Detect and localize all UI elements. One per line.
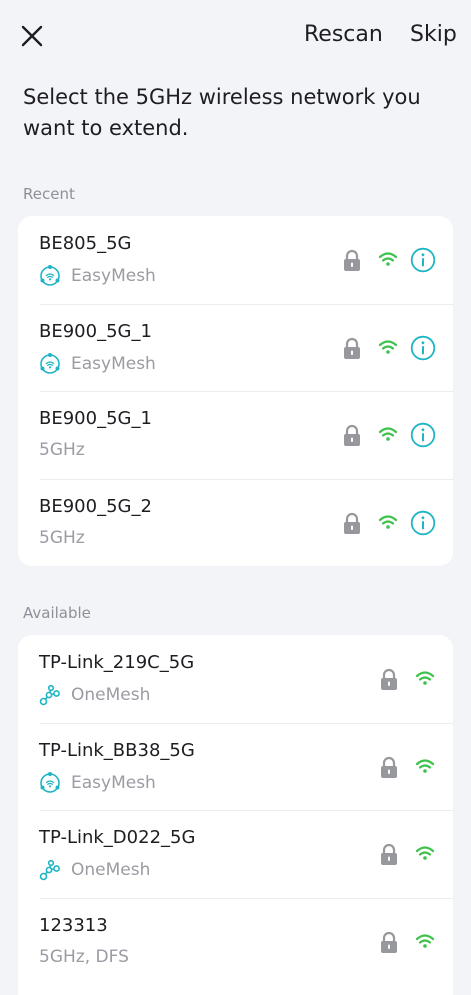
network-type: OneMesh: [39, 859, 150, 881]
network-type: EasyMesh: [39, 352, 156, 375]
network-name: TP-Link_219C_5G: [39, 652, 195, 673]
network-type: OneMesh: [39, 684, 150, 706]
network-name: 123313: [39, 914, 108, 936]
section-label-available: Available: [23, 604, 91, 622]
onemesh-icon: [39, 859, 60, 881]
onemesh-icon: [39, 684, 60, 706]
network-type-label: 5GHz: [39, 440, 85, 460]
network-type-label: EasyMesh: [71, 353, 156, 374]
info-icon[interactable]: [410, 510, 436, 536]
network-name: BE900_5G_2: [39, 495, 152, 517]
network-type-label: EasyMesh: [71, 772, 156, 793]
network-row[interactable]: TP-Link_D022_5G OneMesh: [18, 810, 453, 898]
wifi-signal-icon: [378, 427, 398, 441]
recent-networks-list: BE805_5G EasyMesh BE900_5G_1 EasyMesh BE…: [18, 216, 453, 566]
info-icon[interactable]: [410, 335, 436, 361]
wifi-signal-icon: [415, 758, 435, 773]
network-row[interactable]: BE900_5G_1 5GHz: [18, 391, 453, 479]
lock-icon: [381, 931, 397, 953]
info-icon[interactable]: [410, 247, 436, 273]
network-row[interactable]: 123313 5GHz, DFS: [18, 897, 453, 986]
network-type-label: 5GHz: [39, 527, 85, 548]
lock-icon: [381, 668, 397, 690]
network-name: BE900_5G_1: [39, 320, 152, 342]
network-row[interactable]: TP-Link_219C_5G OneMesh: [18, 635, 453, 723]
section-label-recent: Recent: [23, 185, 75, 203]
network-name: BE900_5G_1: [39, 408, 152, 429]
wifi-signal-icon: [378, 252, 398, 266]
easymesh-icon: [40, 265, 60, 286]
network-type: 5GHz: [39, 528, 85, 548]
wifi-signal-icon: [378, 514, 398, 529]
network-type-label: 5GHz, DFS: [39, 946, 129, 967]
top-bar: Rescan Skip: [0, 0, 471, 74]
wifi-signal-icon: [415, 933, 435, 948]
network-type: EasyMesh: [39, 771, 156, 794]
network-name: TP-Link_D022_5G: [39, 827, 196, 848]
wifi-signal-icon: [415, 671, 435, 685]
rescan-button[interactable]: Rescan: [304, 22, 383, 47]
lock-icon: [344, 337, 360, 359]
network-type: 5GHz, DFS: [39, 947, 129, 967]
info-icon[interactable]: [410, 422, 436, 448]
lock-icon: [381, 756, 397, 778]
lock-icon: [344, 249, 360, 271]
lock-icon: [381, 843, 397, 865]
page-title: Select the 5GHz wireless network you wan…: [23, 85, 421, 140]
network-row[interactable]: BE900_5G_2 5GHz: [18, 478, 453, 567]
easymesh-icon: [40, 352, 60, 374]
wifi-signal-icon: [415, 846, 435, 860]
network-row[interactable]: BE805_5G EasyMesh: [18, 216, 453, 304]
network-type-label: OneMesh: [71, 860, 151, 880]
lock-icon: [344, 424, 360, 446]
wifi-signal-icon: [378, 339, 398, 354]
network-row[interactable]: BE900_5G_1 EasyMesh: [18, 303, 453, 392]
easymesh-icon: [40, 771, 60, 793]
network-name: TP-Link_BB38_5G: [39, 739, 195, 761]
close-icon[interactable]: [18, 22, 46, 50]
network-name: BE805_5G: [39, 233, 132, 254]
available-networks-list: TP-Link_219C_5G OneMesh TP-Link_BB38_5G: [18, 635, 453, 995]
network-row[interactable]: TP-Link_BB38_5G EasyMesh: [18, 722, 453, 811]
network-type-label: EasyMesh: [71, 266, 156, 286]
network-type: 5GHz: [39, 440, 85, 460]
lock-icon: [344, 512, 360, 534]
network-type: EasyMesh: [39, 265, 156, 287]
network-type-label: OneMesh: [71, 685, 151, 705]
skip-button[interactable]: Skip: [410, 22, 457, 47]
